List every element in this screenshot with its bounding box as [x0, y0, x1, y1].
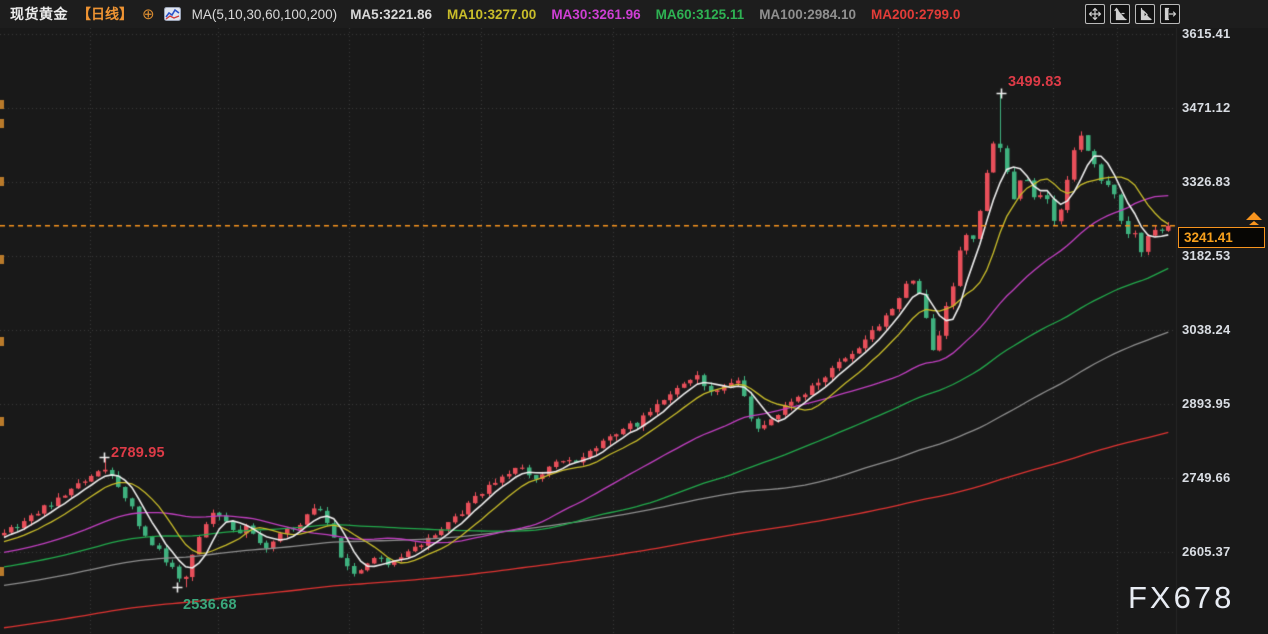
current-price-label: 3241.41	[1178, 227, 1265, 248]
axis-tick-label: 3038.24	[1182, 322, 1266, 337]
axis-tick-label: 2749.66	[1182, 470, 1266, 485]
price-annotation: 2789.95	[111, 445, 165, 461]
ma-settings-label[interactable]: MA(5,10,30,60,100,200)	[192, 7, 338, 22]
ma-legend-item: MA30:3261.96	[551, 7, 640, 22]
chart-type-icon[interactable]	[164, 7, 181, 21]
ma-legend-item: MA100:2984.10	[759, 7, 856, 22]
chart-toolbar	[1085, 4, 1180, 24]
chart-header: 现货黄金 【日线】 ⊕ MA(5,10,30,60,100,200) MA5:3…	[0, 0, 1268, 28]
axis-tick-label: 3326.83	[1182, 174, 1266, 189]
add-indicator-icon[interactable]: ⊕	[142, 7, 155, 22]
axis-tick-label: 2605.37	[1182, 544, 1266, 559]
axis-tick-label: 3471.12	[1182, 100, 1266, 115]
ma-legend-item: MA200:2799.0	[871, 7, 960, 22]
ma-legend: MA5:3221.86 MA10:3277.00 MA30:3261.96 MA60:…	[350, 7, 960, 22]
ma-legend-item: MA10:3277.00	[447, 7, 536, 22]
axis-tick-label: 2893.95	[1182, 396, 1266, 411]
symbol-title: 现货黄金	[10, 4, 68, 24]
current-price-value: 3241.41	[1184, 230, 1233, 245]
exit-chart-icon[interactable]	[1160, 4, 1180, 24]
candlestick-chart-canvas[interactable]	[0, 0, 1268, 634]
axis-scale-right-icon[interactable]	[1135, 4, 1155, 24]
axis-tick-label: 3182.53	[1182, 248, 1266, 263]
watermark: FX678	[1128, 580, 1234, 616]
axis-scale-left-icon[interactable]	[1110, 4, 1130, 24]
price-annotation: 3499.83	[1008, 74, 1062, 90]
pan-tool-icon[interactable]	[1085, 4, 1105, 24]
ma-legend-item: MA5:3221.86	[350, 7, 432, 22]
price-up-arrow-icon	[1246, 212, 1262, 225]
trading-chart-app: 现货黄金 【日线】 ⊕ MA(5,10,30,60,100,200) MA5:3…	[0, 0, 1268, 634]
ma-legend-item: MA60:3125.11	[656, 7, 745, 22]
axis-tick-label: 3615.41	[1182, 26, 1266, 41]
period-badge[interactable]: 【日线】	[77, 4, 133, 24]
price-annotation: 2536.68	[183, 597, 237, 613]
